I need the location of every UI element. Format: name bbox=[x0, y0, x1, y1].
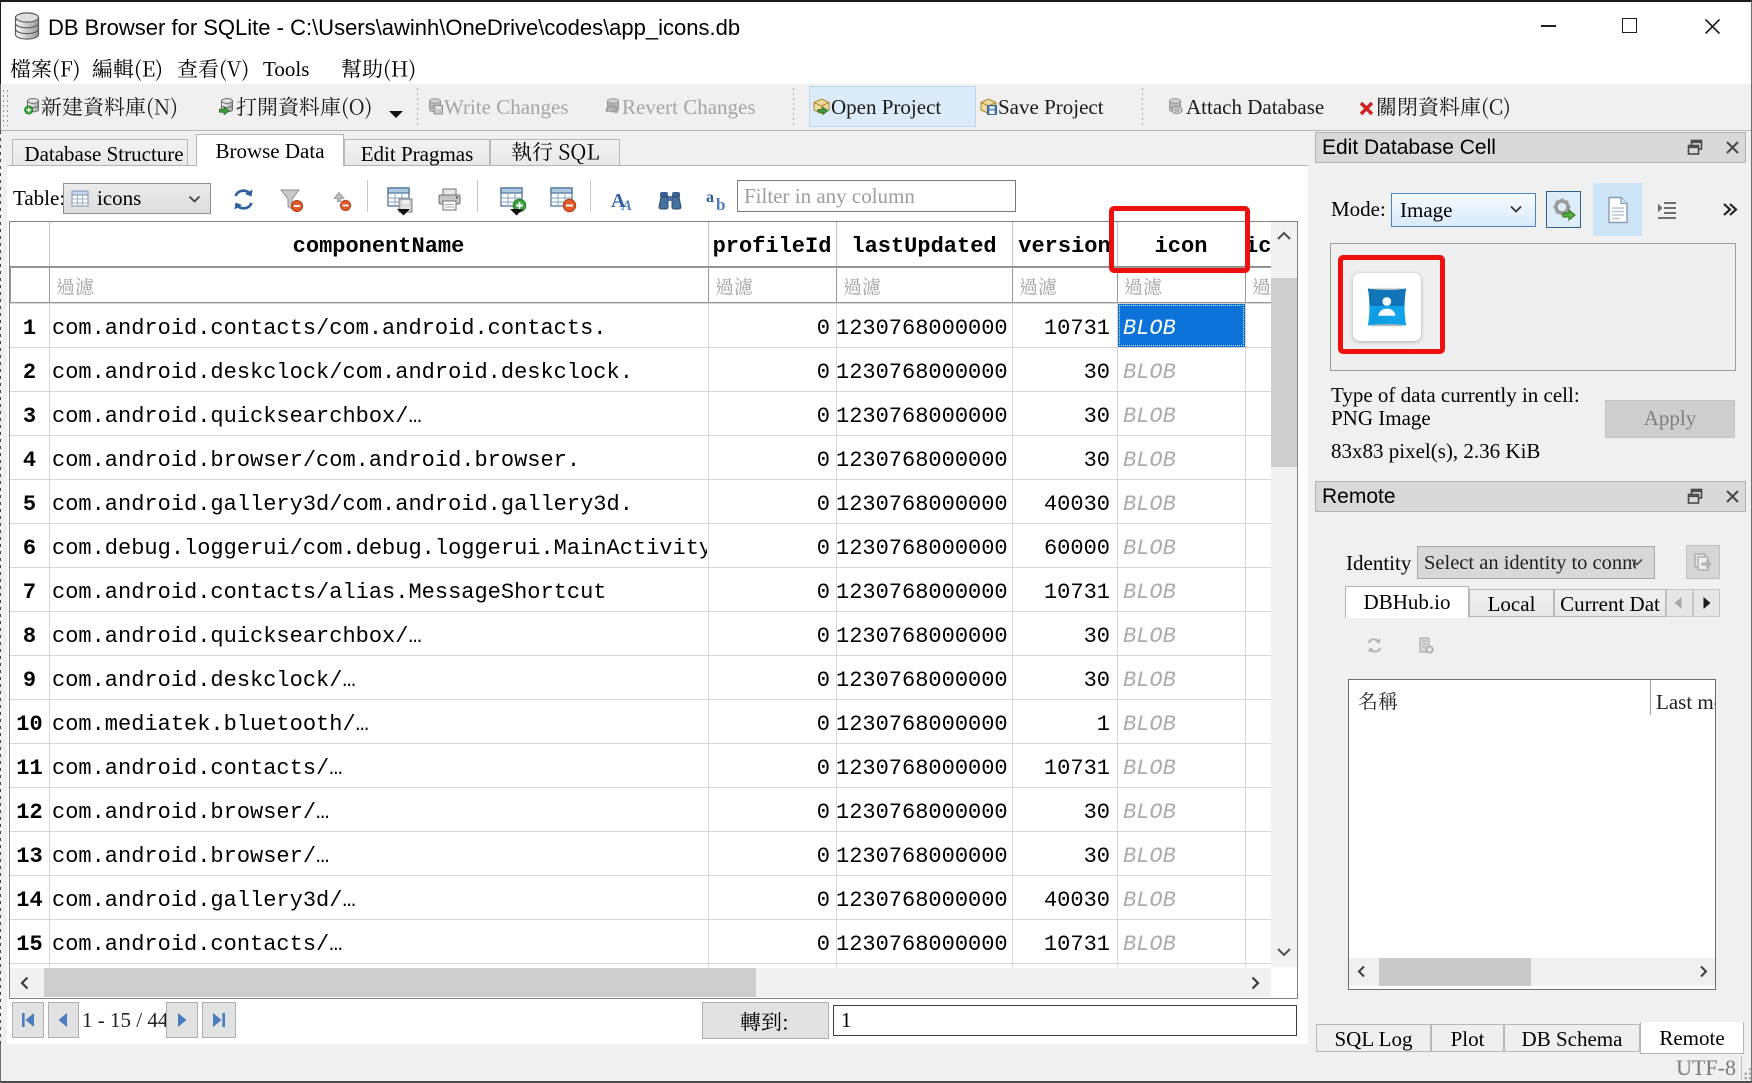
svg-text:b: b bbox=[716, 195, 725, 213]
svg-text:A: A bbox=[621, 198, 632, 213]
svg-text:a: a bbox=[706, 189, 714, 206]
